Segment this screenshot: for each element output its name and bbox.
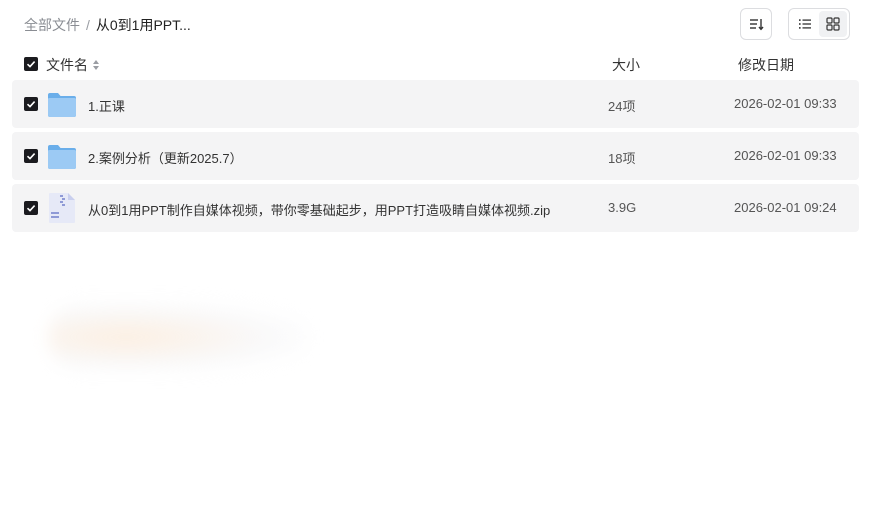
folder-icon	[48, 145, 76, 169]
grid-view-button[interactable]	[819, 11, 847, 37]
breadcrumb-root-link[interactable]: 全部文件	[24, 15, 80, 35]
file-size: 18项	[608, 151, 636, 166]
folder-icon	[48, 93, 76, 117]
checkmark-icon	[26, 101, 36, 108]
file-name[interactable]: 从0到1用PPT制作自媒体视频，带你零基础起步，用PPT打造吸睛自媒体视频.zi…	[88, 200, 550, 219]
view-toggle	[788, 8, 850, 40]
blurred-placeholder	[48, 302, 308, 372]
checkmark-icon	[26, 153, 36, 160]
file-size: 24项	[608, 99, 636, 114]
row-checkbox[interactable]	[24, 97, 38, 111]
checkmark-icon	[26, 61, 36, 68]
breadcrumb: 全部文件 / 从0到1用PPT...	[24, 15, 191, 35]
table-row[interactable]: 1.正课 24项 2026-02-01 09:33	[12, 80, 859, 128]
file-date: 2026-02-01 09:33	[734, 148, 837, 163]
column-header-name[interactable]: 文件名	[46, 55, 100, 75]
list-view-button[interactable]	[791, 11, 819, 37]
file-name[interactable]: 1.正课	[88, 96, 125, 115]
list-view-icon	[799, 19, 811, 29]
sort-toggle-icon	[93, 60, 99, 70]
select-all-checkbox[interactable]	[24, 57, 38, 71]
checkmark-icon	[26, 205, 36, 212]
zip-file-icon	[49, 193, 75, 223]
column-header-name-label: 文件名	[46, 57, 88, 73]
row-checkbox[interactable]	[24, 201, 38, 215]
file-date: 2026-02-01 09:24	[734, 200, 837, 215]
top-bar: 全部文件 / 从0到1用PPT...	[0, 0, 874, 48]
file-date: 2026-02-01 09:33	[734, 96, 837, 111]
column-header-size[interactable]: 大小	[612, 55, 640, 75]
sort-icon	[750, 19, 764, 31]
row-checkbox[interactable]	[24, 149, 38, 163]
table-row[interactable]: 从0到1用PPT制作自媒体视频，带你零基础起步，用PPT打造吸睛自媒体视频.zi…	[12, 184, 859, 232]
file-size: 3.9G	[608, 200, 637, 215]
table-header: 文件名 大小 修改日期	[12, 52, 859, 76]
breadcrumb-current: 从0到1用PPT...	[95, 17, 191, 33]
table-row[interactable]: 2.案例分析（更新2025.7） 18项 2026-02-01 09:33	[12, 132, 859, 180]
sort-button[interactable]	[740, 8, 772, 40]
breadcrumb-separator: /	[86, 17, 90, 33]
file-name[interactable]: 2.案例分析（更新2025.7）	[88, 148, 243, 167]
grid-view-icon	[826, 17, 840, 31]
column-header-date[interactable]: 修改日期	[738, 55, 794, 75]
